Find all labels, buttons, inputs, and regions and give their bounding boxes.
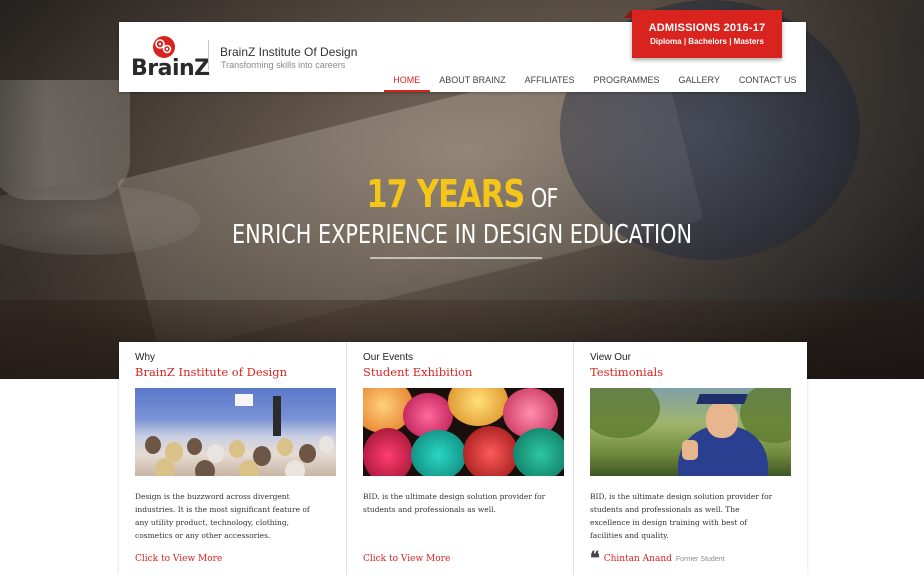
testimonials-column: View Our Testimonials BID, is the ultima… [573, 342, 800, 575]
why-title: BrainZ Institute of Design [135, 365, 288, 379]
why-kicker: Why [135, 352, 155, 363]
admissions-subtitle: Diploma | Bachelors | Masters [650, 37, 764, 46]
why-view-more-link[interactable]: Click to View More [135, 554, 222, 564]
testimonials-title: Testimonials [590, 365, 664, 379]
why-description: Design is the buzzword across divergent … [135, 492, 310, 540]
admissions-title: ADMISSIONS 2016-17 [648, 22, 766, 34]
events-column: Our Events Student Exhibition BID, is th… [346, 342, 573, 575]
hero-headline: 17 YEARS OF [92, 172, 831, 216]
quote-icon: ❝ [590, 548, 600, 569]
nav-contact-us[interactable]: CONTACT US [729, 70, 806, 92]
lanterns-image [363, 388, 564, 476]
hero-of: OF [530, 184, 559, 214]
hero-highlight: 17 YEARS [366, 172, 525, 216]
nav-affiliates[interactable]: AFFILIATES [515, 70, 584, 92]
graduate-image [590, 388, 791, 476]
hero-divider [370, 257, 542, 259]
nav-gallery[interactable]: GALLERY [669, 70, 729, 92]
logo-wordmark: BrainZ [131, 56, 210, 81]
nav-home[interactable]: HOME [383, 70, 430, 92]
why-column: Why BrainZ Institute of Design Design is… [119, 342, 346, 575]
testimonial-role: Former Student [675, 555, 725, 563]
institute-name: BrainZ Institute Of Design [220, 45, 358, 59]
events-view-more-link[interactable]: Click to View More [363, 554, 450, 564]
nav-about-brainz[interactable]: ABOUT BRAINZ [430, 70, 515, 92]
seminar-image [135, 388, 336, 476]
logo-divider [208, 40, 209, 70]
events-kicker: Our Events [363, 352, 414, 363]
content-panel: Why BrainZ Institute of Design Design is… [119, 342, 807, 575]
admissions-banner[interactable]: ADMISSIONS 2016-17 Diploma | Bachelors |… [624, 10, 782, 58]
testimonials-description: BID, is the ultimate design solution pro… [590, 492, 773, 540]
testimonials-kicker: View Our [590, 352, 631, 363]
testimonial-author[interactable]: Chintan Anand [604, 554, 672, 564]
institute-tagline: Transforming skills into careers [221, 60, 346, 70]
events-title: Student Exhibition [363, 365, 473, 379]
main-nav: HOME ABOUT BRAINZ AFFILIATES PROGRAMMES … [383, 70, 806, 92]
nav-programmes[interactable]: PROGRAMMES [584, 70, 669, 92]
events-description: BID, is the ultimate design solution pro… [363, 492, 546, 514]
hero-subheadline: ENRICH EXPERIENCE IN DESIGN EDUCATION [231, 220, 693, 250]
testimonial-quote: ❝ Chintan Anand Former Student [590, 550, 725, 568]
brainz-logo[interactable]: BrainZ [131, 34, 210, 82]
